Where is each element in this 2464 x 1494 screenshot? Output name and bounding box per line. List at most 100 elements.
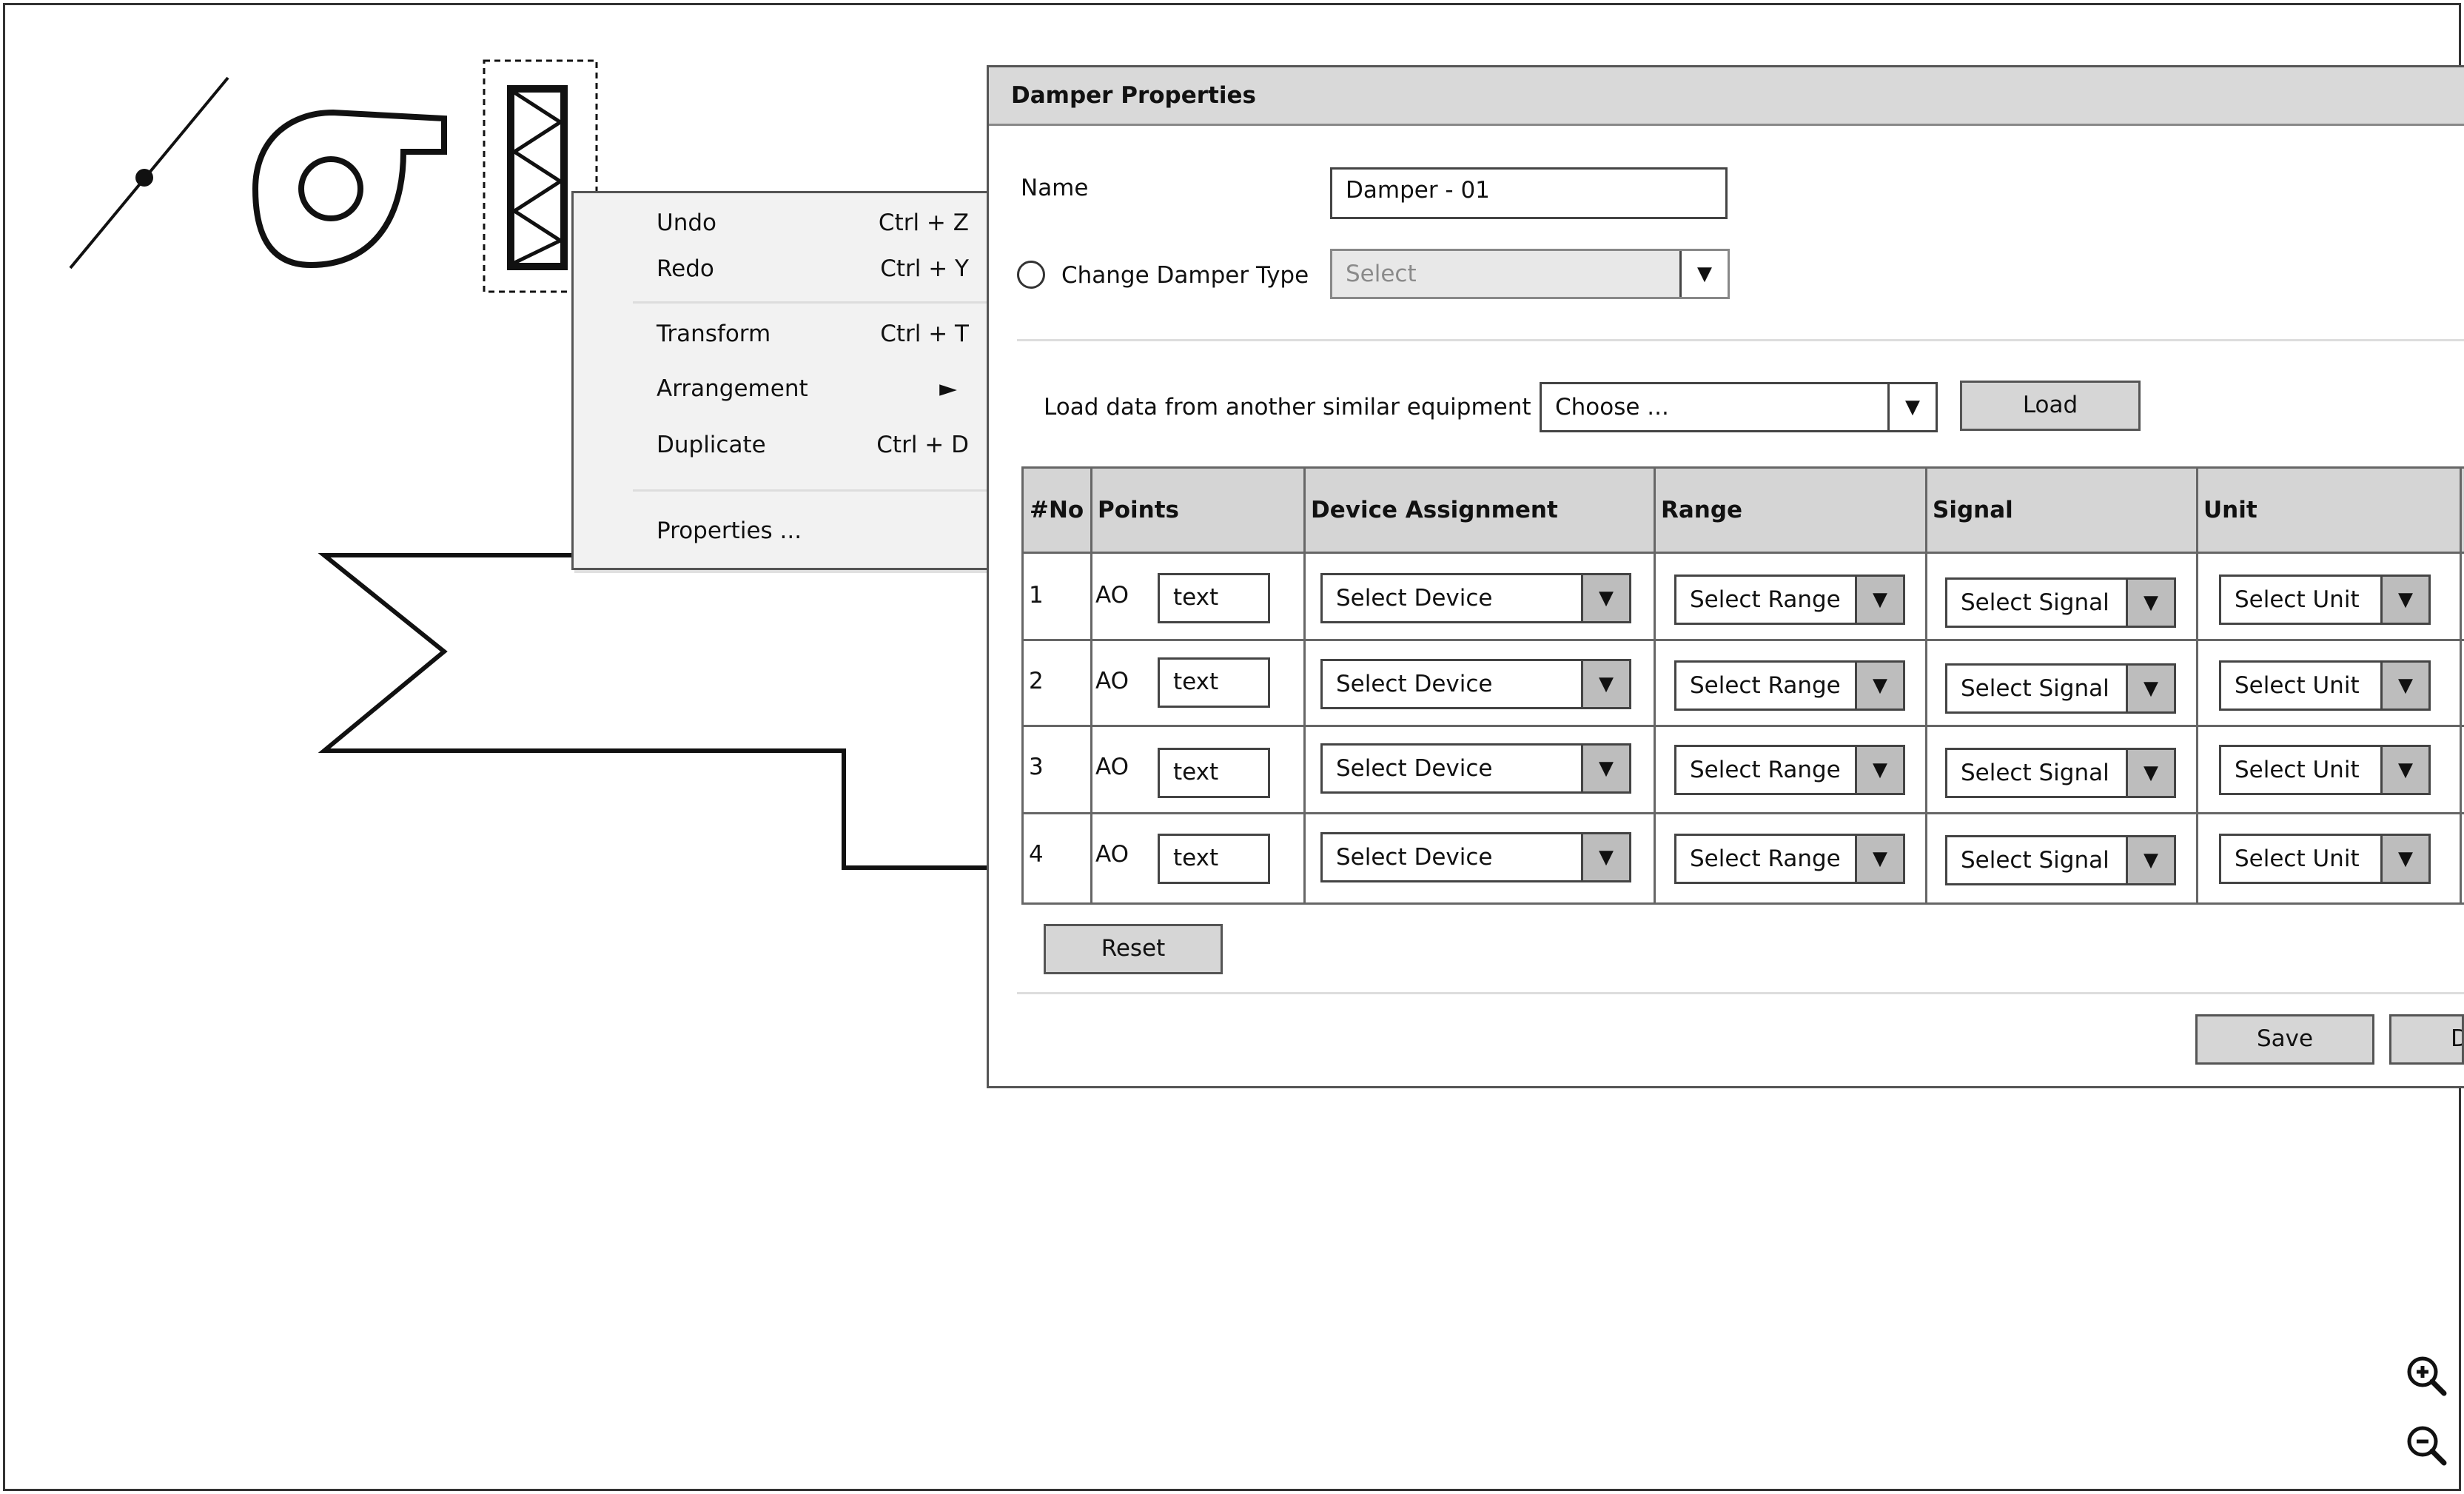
device-select[interactable]: Select Device ▼ — [1320, 743, 1631, 794]
menu-item-label: Undo — [657, 210, 716, 236]
dropdown-arrow-icon: ▼ — [2380, 663, 2428, 709]
similar-equipment-select[interactable]: Choose ... ▼ — [1540, 382, 1938, 432]
dropdown-arrow-icon: ▼ — [1581, 834, 1629, 880]
menu-item-label: Arrangement — [657, 375, 808, 402]
range-select[interactable]: Select Range ▼ — [1674, 660, 1905, 711]
menu-item-properties[interactable]: Properties ... — [657, 517, 969, 555]
submenu-arrow-icon: ► — [939, 375, 957, 402]
reset-button[interactable]: Reset — [1044, 924, 1223, 974]
select-value: Select Range — [1690, 757, 1841, 783]
fan-symbol[interactable] — [252, 109, 447, 269]
row-divider — [1024, 639, 2464, 641]
dropdown-arrow-icon: ▼ — [2126, 750, 2174, 796]
menu-separator — [633, 489, 998, 492]
header-device-assignment: Device Assignment — [1305, 469, 1654, 553]
signal-select[interactable]: Select Signal ▼ — [1945, 835, 2176, 885]
select-value: Select Signal — [1961, 589, 2109, 616]
dropdown-arrow-icon: ▼ — [1679, 251, 1728, 297]
save-button[interactable]: Save — [2195, 1014, 2374, 1065]
select-value: Select Device — [1336, 844, 1493, 871]
row-number: 1 — [1029, 582, 1044, 609]
row-divider — [1024, 552, 2464, 554]
load-label: Load data from another similar equipment — [1044, 394, 1531, 421]
dropdown-arrow-icon: ▼ — [2126, 666, 2174, 711]
unit-select[interactable]: Select Unit ▼ — [2219, 834, 2431, 884]
dropdown-arrow-icon: ▼ — [2380, 577, 2428, 623]
menu-item-shortcut: Ctrl + T — [880, 321, 969, 347]
menu-item-label: Transform — [657, 321, 771, 347]
device-select[interactable]: Select Device ▼ — [1320, 573, 1631, 623]
menu-separator — [633, 301, 998, 304]
unit-select[interactable]: Select Unit ▼ — [2219, 575, 2431, 625]
row-divider — [1024, 812, 2464, 814]
dialog-titlebar[interactable]: Damper Properties — [989, 67, 2464, 126]
name-label: Name — [1021, 175, 1089, 201]
point-type: AO — [1095, 841, 1129, 868]
signal-select[interactable]: Select Signal ▼ — [1945, 663, 2176, 714]
select-value: Select Range — [1690, 586, 1841, 613]
column-divider — [1654, 469, 1656, 902]
select-value: Select Unit — [2235, 845, 2360, 872]
header-signal: Signal — [1927, 469, 2198, 553]
select-value: Select Device — [1336, 585, 1493, 612]
change-type-label: Change Damper Type — [1061, 262, 1309, 289]
header-unit: Unit — [2198, 469, 2464, 553]
point-text-input[interactable]: text — [1158, 834, 1270, 884]
menu-item-arrangement[interactable]: Arrangement ► — [657, 375, 969, 412]
name-field[interactable]: Damper - 01 — [1330, 167, 1728, 219]
signal-select[interactable]: Select Signal ▼ — [1945, 748, 2176, 798]
unit-select[interactable]: Select Unit ▼ — [2219, 660, 2431, 711]
dropdown-arrow-icon: ▼ — [1855, 836, 1903, 882]
zoom-in-icon[interactable] — [2404, 1353, 2448, 1398]
point-text-input[interactable]: text — [1158, 573, 1270, 623]
column-divider — [1090, 469, 1092, 902]
select-value: Select Unit — [2235, 672, 2360, 699]
damper-type-select[interactable]: Select ▼ — [1330, 249, 1730, 299]
select-value: Select Device — [1336, 755, 1493, 782]
menu-item-duplicate[interactable]: Duplicate Ctrl + D — [657, 432, 969, 469]
column-divider — [1925, 469, 1927, 902]
footer-divider — [1017, 992, 2464, 994]
dropdown-arrow-icon: ▼ — [1581, 746, 1629, 791]
point-text-input[interactable]: text — [1158, 748, 1270, 798]
menu-item-redo[interactable]: Redo Ctrl + Y — [657, 255, 969, 292]
dropdown-arrow-icon: ▼ — [2380, 836, 2428, 882]
select-value: Select Range — [1690, 672, 1841, 699]
header-no: #No — [1024, 469, 1092, 553]
section-divider — [1017, 339, 2464, 341]
select-value: Select Signal — [1961, 675, 2109, 702]
signal-select[interactable]: Select Signal ▼ — [1945, 577, 2176, 628]
header-range: Range — [1655, 469, 1927, 553]
dropdown-arrow-icon: ▼ — [1887, 384, 1936, 430]
point-type: AO — [1095, 754, 1129, 780]
menu-item-undo[interactable]: Undo Ctrl + Z — [657, 210, 969, 247]
device-select[interactable]: Select Device ▼ — [1320, 659, 1631, 709]
device-select[interactable]: Select Device ▼ — [1320, 832, 1631, 882]
row-divider — [1024, 725, 2464, 727]
duct-shape[interactable] — [318, 553, 992, 870]
unit-select[interactable]: Select Unit ▼ — [2219, 745, 2431, 795]
menu-item-shortcut: Ctrl + Z — [878, 210, 969, 236]
select-value: Select Range — [1690, 845, 1841, 872]
cancel-button[interactable]: D — [2389, 1014, 2464, 1065]
menu-item-transform[interactable]: Transform Ctrl + T — [657, 321, 969, 358]
range-select[interactable]: Select Range ▼ — [1674, 575, 1905, 625]
dropdown-arrow-icon: ▼ — [2126, 580, 2174, 626]
column-divider — [2460, 469, 2462, 902]
point-type: AO — [1095, 582, 1129, 609]
change-type-radio[interactable] — [1017, 261, 1045, 289]
dropdown-arrow-icon: ▼ — [1581, 575, 1629, 621]
damper-line-symbol[interactable] — [69, 76, 229, 269]
load-button[interactable]: Load — [1960, 381, 2141, 431]
menu-item-shortcut: Ctrl + Y — [880, 255, 969, 282]
row-number: 3 — [1029, 754, 1044, 780]
select-value: Choose ... — [1555, 394, 1669, 421]
dropdown-arrow-icon: ▼ — [1855, 663, 1903, 709]
dialog-title: Damper Properties — [1011, 82, 1256, 109]
select-value: Select Device — [1336, 671, 1493, 697]
point-text-input[interactable]: text — [1158, 657, 1270, 708]
range-select[interactable]: Select Range ▼ — [1674, 745, 1905, 795]
zoom-out-icon[interactable] — [2404, 1423, 2448, 1467]
select-value: Select Signal — [1961, 760, 2109, 786]
range-select[interactable]: Select Range ▼ — [1674, 834, 1905, 884]
